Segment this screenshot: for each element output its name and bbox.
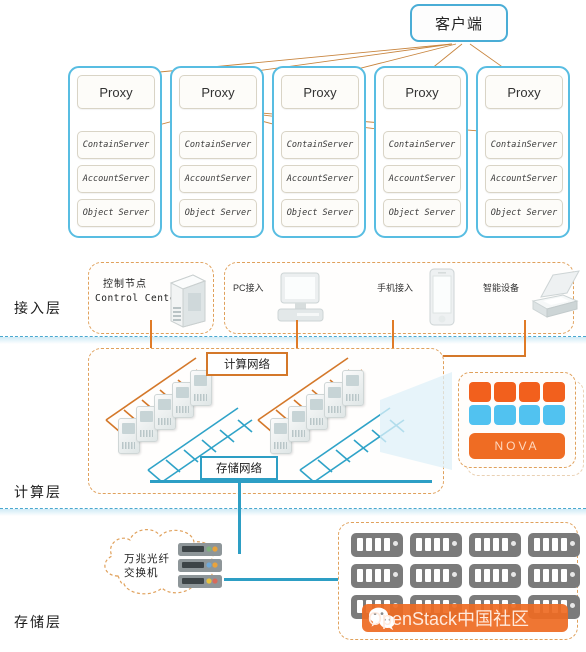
watermark-text: OpenStack中国社区 [368,609,530,629]
rack-unit [351,564,403,588]
link-cloud-to-rack [224,578,342,581]
rack-unit [410,564,462,588]
rack-unit [351,533,403,557]
rack-unit [469,533,521,557]
diagram-canvas: 客户端 Proxy ContainServer AccountServer Ob… [0,0,586,652]
rack-unit [469,564,521,588]
cloud-label: 万兆光纤 交换机 [124,552,170,580]
rack-unit [528,564,580,588]
cloud-label-line1: 万兆光纤 [124,553,170,565]
fiber-switch-icon [178,543,222,588]
rack-unit [410,533,462,557]
cloud-label-line2: 交换机 [124,567,159,579]
rack-unit [528,533,580,557]
